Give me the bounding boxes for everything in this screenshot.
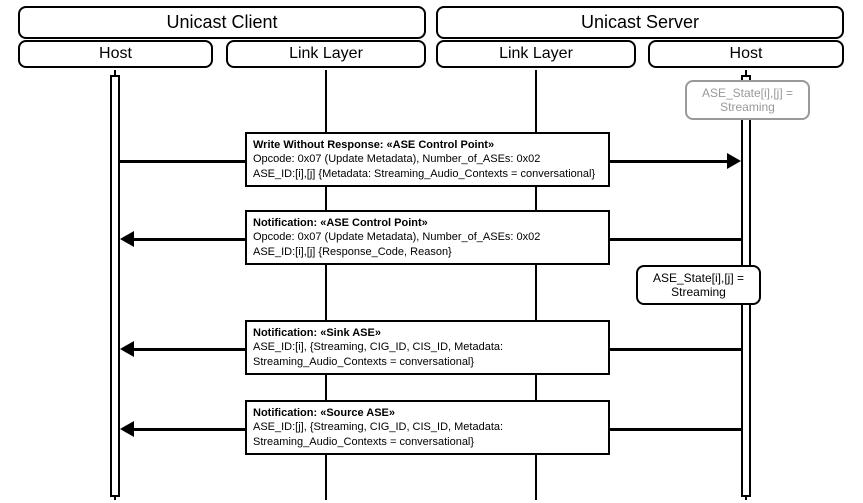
final-state-box: ASE_State[i],[j] = Streaming (636, 265, 761, 305)
message-box-2: Notification: «ASE Control Point» Opcode… (245, 210, 610, 265)
message-4-title: Notification: «Source ASE» (253, 407, 395, 419)
client-header: Unicast Client (18, 6, 426, 39)
message-box-3: Notification: «Sink ASE» ASE_ID:[i], {St… (245, 320, 610, 375)
message-2-line2: ASE_ID:[i],[j] {Response_Code, Reason} (253, 246, 452, 258)
message-3-title: Notification: «Sink ASE» (253, 327, 381, 339)
client-host-header: Host (18, 40, 213, 68)
message-2-title: Notification: «ASE Control Point» (253, 217, 428, 229)
server-link-header: Link Layer (436, 40, 636, 68)
message-1-line2: ASE_ID:[i],[j] {Metadata: Streaming_Audi… (253, 168, 595, 180)
initial-state-box: ASE_State[i],[j] = Streaming (685, 80, 810, 120)
message-box-4: Notification: «Source ASE» ASE_ID:[j], {… (245, 400, 610, 455)
client-host-activation (110, 75, 120, 497)
server-host-header: Host (648, 40, 844, 68)
message-box-1: Write Without Response: «ASE Control Poi… (245, 132, 610, 187)
arrow-head-m3 (120, 341, 134, 357)
arrow-head-m4 (120, 421, 134, 437)
server-header: Unicast Server (436, 6, 844, 39)
arrow-head-m2 (120, 231, 134, 247)
message-1-title: Write Without Response: «ASE Control Poi… (253, 139, 494, 151)
arrow-head-m1 (727, 153, 741, 169)
client-link-header: Link Layer (226, 40, 426, 68)
message-4-line1: ASE_ID:[j], {Streaming, CIG_ID, CIS_ID, … (253, 421, 503, 447)
message-3-line1: ASE_ID:[i], {Streaming, CIG_ID, CIS_ID, … (253, 341, 503, 367)
message-2-line1: Opcode: 0x07 (Update Metadata), Number_o… (253, 231, 540, 243)
message-1-line1: Opcode: 0x07 (Update Metadata), Number_o… (253, 153, 540, 165)
